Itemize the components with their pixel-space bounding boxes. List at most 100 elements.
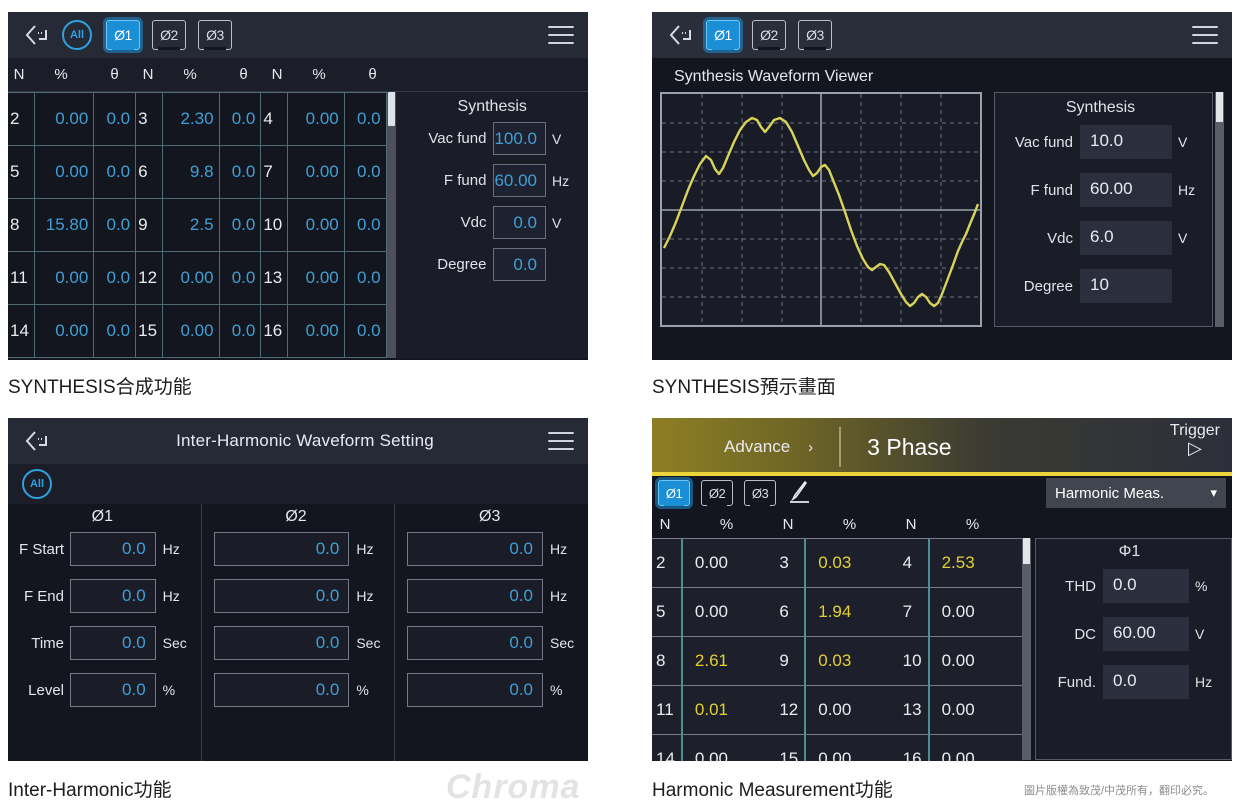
table-row[interactable]: 8 15.80 0.0 9 2.5 0.0 10 0.00 0.0 <box>8 198 387 252</box>
cell-angle[interactable]: 0.0 <box>218 198 262 252</box>
cell-angle[interactable]: 0.0 <box>218 145 262 199</box>
column-header: Ø3 <box>479 508 501 525</box>
tab-phase-3[interactable]: Ø3 <box>744 480 776 506</box>
cell-angle[interactable]: 0.0 <box>218 251 262 305</box>
measurement-mode-dropdown[interactable]: Harmonic Meas. ▾ <box>1046 478 1226 508</box>
cell-angle[interactable]: 0.0 <box>343 145 387 199</box>
back-arrow-icon[interactable] <box>22 22 52 48</box>
cell-percent[interactable]: 0.00 <box>287 145 345 199</box>
cell-percent[interactable]: 9.8 <box>162 145 220 199</box>
cell-angle[interactable]: 0.0 <box>343 198 387 252</box>
f-end-input[interactable]: 0.0 <box>70 579 156 613</box>
cell-percent[interactable]: 0.00 <box>162 251 220 305</box>
table-row[interactable]: 11 0.01 12 0.00 13 0.00 <box>652 685 1022 735</box>
tab-phase-1[interactable]: Ø1 <box>706 20 740 50</box>
vac-fund-input[interactable]: 10.0 <box>1080 125 1172 159</box>
all-phase-button[interactable]: All <box>22 469 52 499</box>
phase-column-2: Ø2 0.0 Hz 0.0 Hz 0.0 Sec 0.0% <box>202 504 396 761</box>
tab-phase-3[interactable]: Ø3 <box>198 20 232 50</box>
f-start-input[interactable]: 0.0 <box>407 532 544 566</box>
advance-button[interactable]: Advance <box>724 437 790 457</box>
table-row[interactable]: 5 0.00 0.0 6 9.8 0.0 7 0.00 0.0 <box>8 145 387 199</box>
table-row[interactable]: 14 0.00 15 0.00 16 0.00 <box>652 734 1022 761</box>
field-unit: Hz <box>550 588 568 604</box>
table-scrollbar[interactable] <box>1022 538 1031 760</box>
play-triangle-icon[interactable]: ▷ <box>1188 438 1202 458</box>
tab-phase-2[interactable]: Ø2 <box>752 20 786 50</box>
table-row[interactable]: 8 2.61 9 0.03 10 0.00 <box>652 636 1022 686</box>
f-end-input[interactable]: 0.0 <box>213 579 350 613</box>
tab-phase-2[interactable]: Ø2 <box>701 480 733 506</box>
panel2-scrollbar[interactable] <box>1215 92 1224 327</box>
panel4-body: 2 0.00 3 0.03 4 2.53 5 0.00 6 1.94 7 0.00 8 2.6… <box>652 538 1232 761</box>
cell-percent[interactable]: 0.00 <box>287 251 345 305</box>
cell-percent[interactable]: 0.00 <box>287 304 345 358</box>
degree-input[interactable]: 10 <box>1080 269 1172 303</box>
trigger-button[interactable]: Trigger ▷ <box>1170 422 1220 459</box>
cell-percent[interactable]: 15.80 <box>33 198 95 252</box>
back-arrow-icon[interactable] <box>22 428 52 454</box>
level-input[interactable]: 0.0 <box>213 673 350 707</box>
scrollbar-thumb[interactable] <box>1216 92 1223 122</box>
chevron-right-icon[interactable]: › <box>808 439 813 456</box>
degree-input[interactable]: 0.0 <box>493 248 546 281</box>
table-row[interactable]: 2 0.00 3 0.03 4 2.53 <box>652 538 1022 588</box>
cell-angle[interactable]: 0.0 <box>93 198 137 252</box>
cell-percent[interactable]: 0.00 <box>162 304 220 358</box>
tab-phase-2[interactable]: Ø2 <box>152 20 186 50</box>
chevron-down-icon[interactable]: ▾ <box>1210 485 1217 501</box>
scrollbar-thumb[interactable] <box>387 92 396 126</box>
f-start-input[interactable]: 0.0 <box>213 532 350 566</box>
cell-angle[interactable]: 0.0 <box>93 92 137 146</box>
caption-harmonic-measurement: Harmonic Measurement功能 <box>652 780 893 801</box>
cell-percent[interactable]: 2.30 <box>162 92 220 146</box>
time-input[interactable]: 0.0 <box>213 626 350 660</box>
cell-angle[interactable]: 0.0 <box>93 304 137 358</box>
cell-percent[interactable]: 0.00 <box>33 304 95 358</box>
tab-phase-3[interactable]: Ø3 <box>798 20 832 50</box>
back-arrow-icon[interactable] <box>666 22 696 48</box>
table-row[interactable]: 5 0.00 6 1.94 7 0.00 <box>652 587 1022 637</box>
table-row[interactable]: 2 0.00 0.0 3 2.30 0.0 4 0.00 0.0 <box>8 92 387 146</box>
cell-percent[interactable]: 0.00 <box>33 92 95 146</box>
table-row[interactable]: 11 0.00 0.0 12 0.00 0.0 13 0.00 0.0 <box>8 251 387 305</box>
f-fund-input[interactable]: 60.00 <box>493 164 546 197</box>
vdc-input[interactable]: 6.0 <box>1080 221 1172 255</box>
time-input[interactable]: 0.0 <box>407 626 544 660</box>
field-unit: Sec <box>356 635 381 651</box>
tab-phase-1[interactable]: Ø1 <box>106 20 140 50</box>
cell-angle[interactable]: 0.0 <box>93 251 137 305</box>
tab-phase-1[interactable]: Ø1 <box>658 480 690 506</box>
vac-fund-input[interactable]: 100.0 <box>493 122 546 155</box>
cell-angle[interactable]: 0.0 <box>343 251 387 305</box>
cell-angle[interactable]: 0.0 <box>343 304 387 358</box>
cell-percent[interactable]: 2.5 <box>162 198 220 252</box>
cell-percent: 1.94 <box>804 587 899 637</box>
table-row[interactable]: 14 0.00 0.0 15 0.00 0.0 16 0.00 0.0 <box>8 304 387 358</box>
vdc-input[interactable]: 0.0 <box>493 206 546 239</box>
cell-percent[interactable]: 0.00 <box>287 198 345 252</box>
pencil-icon[interactable] <box>787 480 813 505</box>
cell-angle[interactable]: 0.0 <box>343 92 387 146</box>
cell-percent[interactable]: 0.00 <box>33 251 95 305</box>
cell-index: 2 <box>652 538 682 588</box>
cell-percent[interactable]: 0.00 <box>33 145 95 199</box>
cell-percent[interactable]: 0.00 <box>287 92 345 146</box>
scrollbar-thumb[interactable] <box>1023 538 1030 564</box>
time-input[interactable]: 0.0 <box>70 626 156 660</box>
table-scrollbar[interactable] <box>386 92 397 358</box>
cell-index: 11 <box>8 251 35 305</box>
cell-angle[interactable]: 0.0 <box>218 304 262 358</box>
cell-angle[interactable]: 0.0 <box>218 92 262 146</box>
all-phase-button[interactable]: All <box>62 20 92 50</box>
cell-angle[interactable]: 0.0 <box>93 145 137 199</box>
cell-percent: 0.00 <box>804 685 899 735</box>
hamburger-menu-icon[interactable] <box>1192 26 1218 44</box>
hamburger-menu-icon[interactable] <box>548 432 574 450</box>
f-end-input[interactable]: 0.0 <box>407 579 544 613</box>
f-start-input[interactable]: 0.0 <box>70 532 156 566</box>
hamburger-menu-icon[interactable] <box>548 26 574 44</box>
level-input[interactable]: 0.0 <box>407 673 544 707</box>
f-fund-input[interactable]: 60.00 <box>1080 173 1172 207</box>
level-input[interactable]: 0.0 <box>70 673 156 707</box>
